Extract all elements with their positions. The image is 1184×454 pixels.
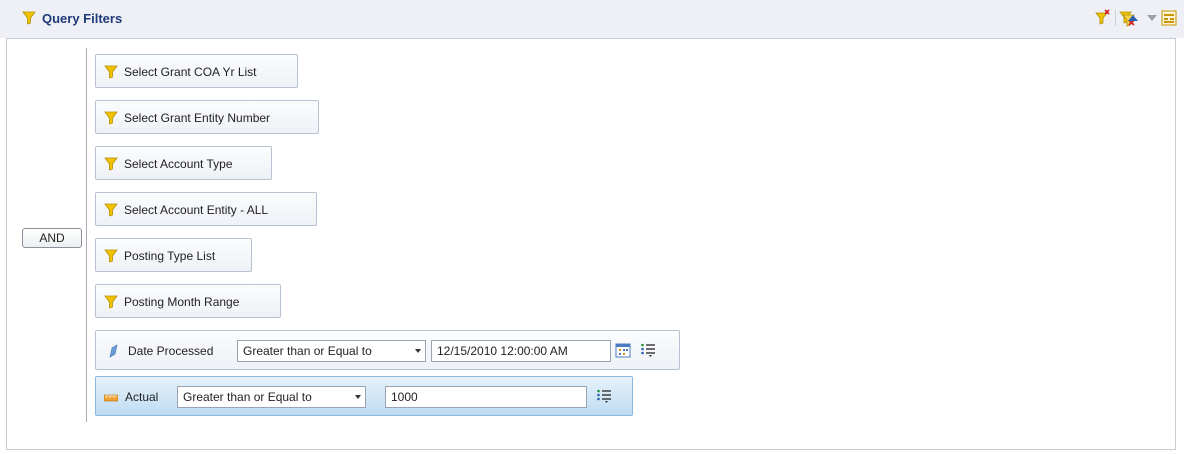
operator-dropdown[interactable]: Greater than or Equal to bbox=[237, 340, 426, 362]
filter-label: Select Account Entity - ALL bbox=[124, 203, 269, 217]
date-value-field[interactable]: 12/15/2010 12:00:00 AM bbox=[431, 340, 611, 362]
measure-icon bbox=[104, 394, 118, 402]
calendar-icon[interactable] bbox=[615, 342, 631, 358]
filter-button-account-entity-all[interactable]: Select Account Entity - ALL bbox=[95, 192, 317, 226]
add-filter-icon[interactable] bbox=[1093, 9, 1111, 27]
condition-field-label: Date Processed bbox=[128, 344, 214, 358]
move-up-icon[interactable] bbox=[1124, 9, 1142, 27]
filter-button-account-type[interactable]: Select Account Type bbox=[95, 146, 272, 180]
and-operator-button[interactable]: AND bbox=[22, 228, 82, 248]
filter-button-grant-entity-number[interactable]: Select Grant Entity Number bbox=[95, 100, 319, 134]
filter-button-posting-month-range[interactable]: Posting Month Range bbox=[95, 284, 281, 318]
filter-button-posting-type-list[interactable]: Posting Type List bbox=[95, 238, 252, 272]
header-divider bbox=[1115, 10, 1116, 26]
query-filters-panel: Query Filters AND Select Grant COA Yr Li… bbox=[0, 0, 1184, 454]
value-list-icon[interactable] bbox=[596, 388, 612, 404]
condition-field-label: Actual bbox=[125, 390, 159, 404]
filter-label: Select Account Type bbox=[124, 157, 233, 171]
funnel-icon bbox=[104, 249, 118, 263]
funnel-icon bbox=[104, 295, 118, 309]
group-bracket-line bbox=[86, 48, 87, 422]
funnel-icon bbox=[104, 203, 118, 217]
value-list-icon[interactable] bbox=[640, 342, 656, 358]
funnel-icon bbox=[22, 11, 36, 25]
operator-dropdown[interactable]: Greater than or Equal to bbox=[177, 386, 366, 408]
panel-header: Query Filters bbox=[0, 0, 1184, 38]
filter-label: Posting Type List bbox=[124, 249, 216, 263]
funnel-icon bbox=[104, 157, 118, 171]
numeric-value-field[interactable]: 1000 bbox=[385, 386, 587, 408]
filter-button-grant-coa-yr-list[interactable]: Select Grant COA Yr List bbox=[95, 54, 298, 88]
chevron-down-icon bbox=[415, 349, 421, 353]
operator-value: Greater than or Equal to bbox=[183, 390, 312, 404]
panel-title: Query Filters bbox=[42, 11, 123, 26]
filter-label: Select Grant COA Yr List bbox=[124, 65, 257, 79]
filter-label: Select Grant Entity Number bbox=[124, 111, 271, 125]
funnel-icon bbox=[104, 111, 118, 125]
move-down-icon[interactable] bbox=[1143, 9, 1161, 27]
chevron-down-icon bbox=[355, 395, 361, 399]
funnel-icon bbox=[104, 65, 118, 79]
numeric-value: 1000 bbox=[391, 390, 418, 404]
panel-options-icon[interactable] bbox=[1160, 9, 1178, 27]
dimension-icon bbox=[109, 344, 118, 358]
operator-value: Greater than or Equal to bbox=[243, 344, 372, 358]
condition-row-actual: Actual Greater than or Equal to 1000 bbox=[95, 376, 633, 416]
date-value: 12/15/2010 12:00:00 AM bbox=[437, 344, 568, 358]
condition-row-date-processed: Date Processed Greater than or Equal to … bbox=[95, 330, 680, 370]
filter-label: Posting Month Range bbox=[124, 295, 240, 309]
